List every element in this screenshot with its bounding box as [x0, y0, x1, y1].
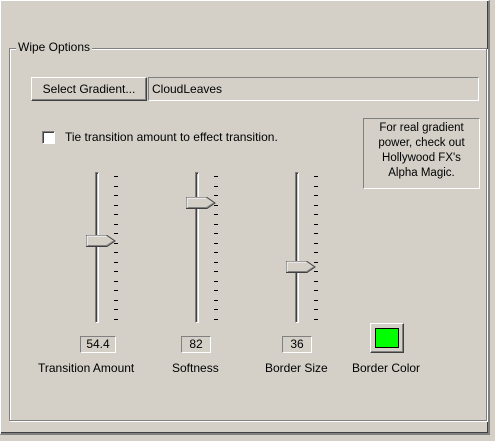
slider-tick [114, 186, 118, 187]
slider-tick [314, 224, 318, 225]
slider-tick [314, 186, 318, 187]
transition-amount-value: 54.4 [80, 336, 116, 353]
slider-tick [114, 205, 118, 206]
slider-tick [314, 176, 318, 177]
slider-tick [214, 290, 218, 291]
slider-tick [214, 281, 218, 282]
slider-tick [214, 262, 218, 263]
slider-tick [314, 205, 318, 206]
slider-tick [114, 271, 118, 272]
info-line: power, check out [378, 137, 465, 149]
slider-tick [314, 319, 318, 320]
slider-tick [214, 300, 218, 301]
slider-tick [214, 224, 218, 225]
slider-tick [314, 195, 318, 196]
slider-tick [114, 214, 118, 215]
slider-tick [114, 176, 118, 177]
group-title: Wipe Options [16, 40, 93, 54]
tie-transition-checkbox[interactable] [42, 131, 55, 144]
softness-label: Softness [172, 361, 219, 375]
border-color-label: Border Color [352, 361, 421, 375]
slider-tick [214, 233, 218, 234]
slider-tick [314, 309, 318, 310]
slider-tick [114, 262, 118, 263]
info-box: For real gradient power, check out Holly… [363, 118, 480, 189]
slider-tick [114, 195, 118, 196]
slider-tick [214, 319, 218, 320]
slider-tick [114, 319, 118, 320]
gradient-name-field: CloudLeaves [148, 77, 479, 101]
border-size-label: Border Size [265, 361, 328, 375]
slider-tick [214, 186, 218, 187]
slider-tick [114, 252, 118, 253]
slider-thumb[interactable] [186, 197, 216, 209]
slider-tick [314, 233, 318, 234]
slider-tick [314, 243, 318, 244]
slider-tick [314, 281, 318, 282]
slider-tick [214, 243, 218, 244]
slider-tick [114, 233, 118, 234]
slider-tick [114, 290, 118, 291]
slider-tick [214, 271, 218, 272]
slider-tick [214, 309, 218, 310]
slider-track[interactable] [95, 172, 99, 323]
slider-tick [314, 214, 318, 215]
info-line: For real gradient [379, 122, 464, 134]
slider-tick [214, 195, 218, 196]
slider-tick [314, 290, 318, 291]
softness-value: 82 [181, 336, 211, 353]
info-line: Alpha Magic. [388, 167, 455, 179]
slider-tick [114, 309, 118, 310]
transition-amount-label: Transition Amount [38, 361, 135, 375]
border-color-button[interactable] [370, 323, 404, 353]
slider-tick [214, 214, 218, 215]
slider-tick [114, 281, 118, 282]
slider-tick [214, 176, 218, 177]
slider-tick [114, 224, 118, 225]
info-line: Hollywood FX's [382, 152, 461, 164]
slider-tick [114, 300, 118, 301]
slider-thumb[interactable] [86, 235, 116, 247]
slider-thumb[interactable] [286, 261, 316, 273]
border-color-swatch [375, 328, 399, 348]
tie-transition-label[interactable]: Tie transition amount to effect transiti… [65, 130, 278, 144]
border-size-value: 36 [282, 336, 312, 353]
slider-tick [314, 252, 318, 253]
slider-tick [214, 252, 218, 253]
slider-tick [314, 300, 318, 301]
select-gradient-button[interactable]: Select Gradient... [31, 77, 147, 101]
slider-track[interactable] [295, 172, 299, 323]
slider-track[interactable] [195, 172, 199, 323]
